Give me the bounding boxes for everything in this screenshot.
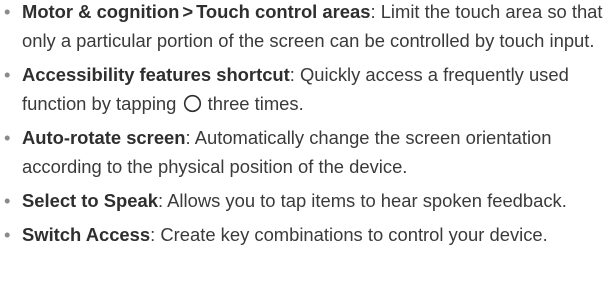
item-description: : Allows you to tap items to hear spoken…	[157, 190, 567, 211]
list-item-accessibility-shortcut: • Accessibility features shortcut: Quick…	[0, 60, 614, 118]
feature-list: • Motor & cognition > Touch control areas:…	[0, 0, 614, 249]
bullet: •	[4, 190, 11, 211]
bullet: •	[4, 64, 11, 85]
term-motor-cognition: Motor & cognition	[22, 1, 180, 22]
path-separator: >	[182, 1, 194, 22]
list-item-auto-rotate: • Auto-rotate screen: Automatically chan…	[0, 123, 614, 181]
list-item-switch-access: • Switch Access: Create key combinations…	[0, 220, 614, 249]
term-auto-rotate-screen: Auto-rotate screen	[22, 127, 186, 148]
list-item-touch-control-areas: • Motor & cognition > Touch control areas:…	[0, 0, 614, 55]
term-touch-control-areas: Touch control areas	[196, 1, 371, 22]
term-select-to-speak: Select to Speak	[22, 190, 158, 211]
item-description-part2: three times.	[202, 93, 304, 114]
bullet: •	[4, 1, 11, 22]
list-item-select-to-speak: • Select to Speak: Allows you to tap ite…	[0, 186, 614, 215]
term-accessibility-features-shortcut: Accessibility features shortcut	[22, 64, 290, 85]
bullet: •	[4, 224, 11, 245]
bullet: •	[4, 127, 11, 148]
home-button-circle-icon	[183, 94, 202, 113]
item-description: : Create key combinations to control you…	[150, 224, 548, 245]
term-switch-access: Switch Access	[22, 224, 151, 245]
